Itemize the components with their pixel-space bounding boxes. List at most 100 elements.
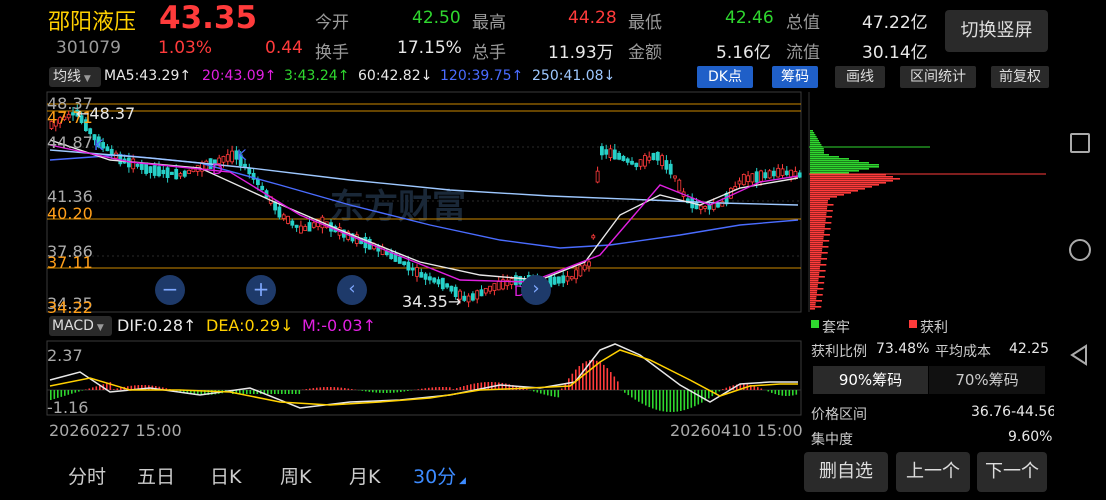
chip-bar bbox=[810, 198, 830, 200]
chip-bar bbox=[810, 154, 829, 156]
chip-bar bbox=[810, 224, 826, 226]
chip-bar bbox=[810, 172, 849, 174]
chip-bar bbox=[810, 210, 833, 212]
chip-bar bbox=[810, 182, 886, 184]
chips-90-tab[interactable]: 90%筹码 bbox=[813, 366, 928, 394]
chip-bar bbox=[810, 264, 827, 266]
chip-bar bbox=[810, 292, 817, 294]
chip-bar bbox=[810, 168, 869, 170]
chip-bar bbox=[810, 206, 828, 208]
legend-profit-swatch bbox=[909, 320, 917, 328]
chip-bar bbox=[810, 232, 825, 234]
chips-70-tab[interactable]: 70%筹码 bbox=[929, 366, 1045, 394]
chip-distribution-chart bbox=[808, 92, 1046, 312]
avg-cost-value: 42.25 bbox=[1009, 341, 1050, 357]
chip-bar bbox=[810, 238, 824, 240]
chip-bar bbox=[810, 284, 818, 286]
chip-bar bbox=[810, 260, 821, 262]
chip-bar bbox=[810, 290, 818, 292]
avg-cost-label: 平均成本 bbox=[935, 344, 991, 360]
chip-bar bbox=[810, 212, 827, 214]
chip-bar bbox=[810, 180, 893, 182]
chip-bar bbox=[810, 220, 826, 222]
chip-bar bbox=[810, 252, 828, 254]
chip-bar bbox=[810, 296, 817, 298]
chip-bar bbox=[810, 218, 826, 220]
chip-bar bbox=[810, 150, 824, 152]
chip-bar bbox=[810, 134, 816, 136]
price-range-label: 价格区间 bbox=[811, 407, 867, 423]
chip-bar bbox=[810, 164, 879, 166]
chip-bar bbox=[810, 250, 822, 252]
previous-button[interactable]: 上一个 bbox=[896, 452, 970, 492]
chip-bar bbox=[810, 144, 822, 146]
chip-bar bbox=[810, 294, 823, 296]
chip-bar bbox=[810, 156, 839, 158]
chip-bar bbox=[810, 140, 819, 142]
chip-bar bbox=[810, 170, 859, 172]
chip-bar bbox=[810, 240, 830, 242]
chip-bar bbox=[810, 208, 828, 210]
chip-bar bbox=[810, 242, 823, 244]
chip-bar bbox=[810, 272, 820, 274]
chip-bar bbox=[810, 152, 824, 154]
chip-bar bbox=[810, 234, 830, 236]
chip-bar bbox=[810, 270, 826, 272]
chip-bar bbox=[810, 202, 828, 204]
chip-bar bbox=[810, 298, 817, 300]
legend-profit-label: 获利 bbox=[920, 320, 948, 336]
chip-bar bbox=[810, 222, 832, 224]
legend-trap-label: 套牢 bbox=[822, 320, 850, 336]
chip-bar bbox=[810, 138, 818, 140]
home-icon[interactable] bbox=[1069, 239, 1091, 261]
chip-bar bbox=[810, 280, 819, 282]
chip-bar bbox=[810, 268, 820, 270]
chip-bar bbox=[810, 160, 859, 162]
chip-bar bbox=[810, 276, 825, 278]
chip-bar bbox=[810, 178, 900, 180]
legend-trap-swatch bbox=[811, 320, 819, 328]
chip-bar bbox=[810, 188, 865, 190]
profit-ratio-value: 73.48% bbox=[876, 341, 930, 357]
chip-bar bbox=[810, 186, 872, 188]
system-nav-bar bbox=[1054, 0, 1106, 500]
chip-bar bbox=[810, 196, 837, 198]
chip-bar bbox=[810, 266, 821, 268]
chip-bar bbox=[810, 204, 834, 206]
concentration-label: 集中度 bbox=[811, 432, 853, 448]
chip-bar bbox=[810, 194, 844, 196]
chip-bar bbox=[810, 286, 818, 288]
price-range-value: 36.76-44.56 bbox=[971, 404, 1057, 420]
chip-bar bbox=[810, 130, 813, 132]
profit-ratio-label: 获利比例 bbox=[811, 344, 867, 360]
chip-bar bbox=[810, 230, 825, 232]
chip-bar bbox=[810, 278, 819, 280]
chip-bar bbox=[810, 244, 823, 246]
chip-bar bbox=[810, 226, 825, 228]
chip-bar bbox=[810, 132, 815, 134]
chip-bar bbox=[810, 136, 817, 138]
chip-bar bbox=[810, 300, 822, 302]
chip-bar bbox=[810, 236, 824, 238]
chip-bar bbox=[810, 158, 849, 160]
back-icon[interactable] bbox=[1069, 344, 1089, 366]
chip-bar bbox=[810, 228, 831, 230]
chip-bar bbox=[810, 148, 824, 150]
chip-bar bbox=[810, 166, 879, 168]
chip-bar bbox=[810, 262, 821, 264]
chip-bar bbox=[810, 184, 879, 186]
concentration-value: 9.60% bbox=[1008, 429, 1053, 445]
chip-bar bbox=[810, 306, 822, 308]
recent-apps-icon[interactable] bbox=[1070, 133, 1090, 153]
chip-bar bbox=[810, 192, 851, 194]
chip-bar bbox=[810, 246, 829, 248]
chip-bar bbox=[810, 142, 821, 144]
next-button[interactable]: 下一个 bbox=[977, 452, 1047, 492]
chip-bar bbox=[810, 200, 828, 202]
chip-bar bbox=[810, 274, 820, 276]
chip-bar bbox=[810, 254, 822, 256]
remove-watchlist-button[interactable]: 删自选 bbox=[804, 452, 888, 492]
chip-bar bbox=[810, 214, 827, 216]
chip-bar bbox=[810, 258, 828, 260]
chip-bar bbox=[810, 216, 833, 218]
